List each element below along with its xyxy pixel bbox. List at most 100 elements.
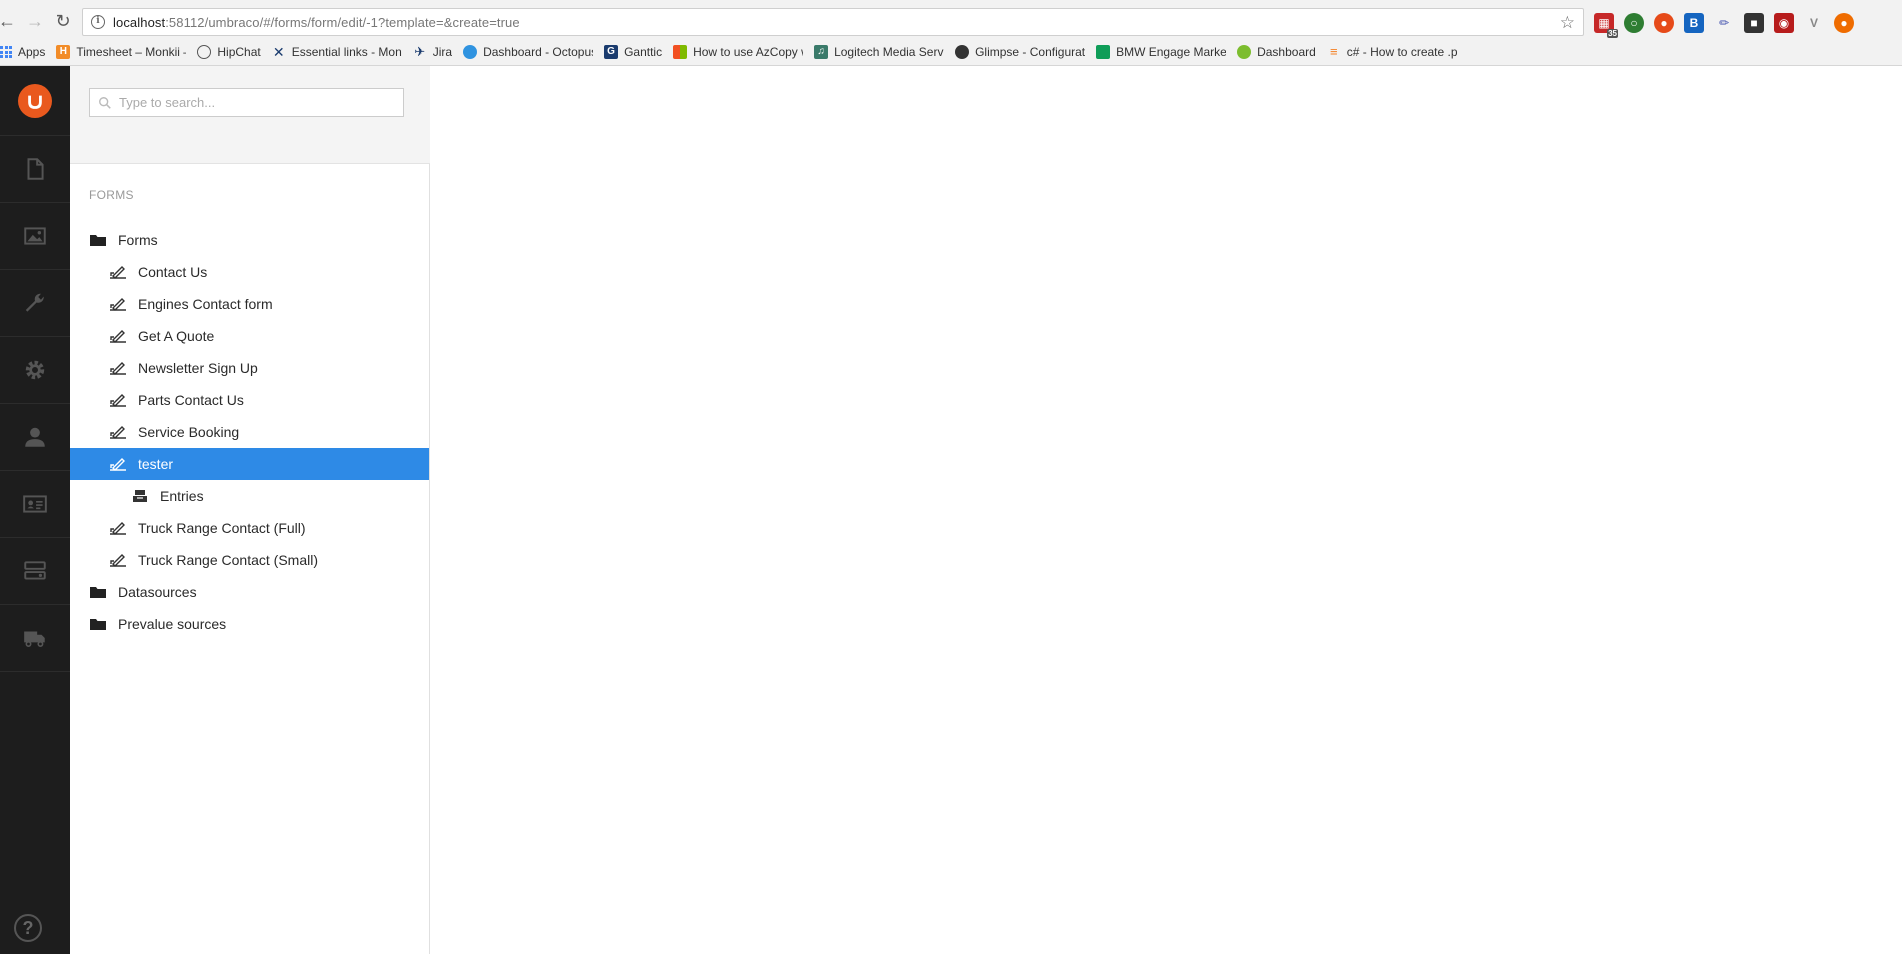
bookmark-hipchat[interactable]: HipChat [197,40,261,64]
form-edit-icon [108,423,128,441]
eyedropper-extension-icon[interactable]: ✏ [1714,13,1734,33]
orange-extension-icon[interactable]: ● [1654,13,1674,33]
green-extension-icon[interactable]: ○ [1624,13,1644,33]
wrench-icon [25,293,44,312]
bookmark-label: Dashboard [1257,45,1316,59]
tree-node-label: tester [138,456,174,472]
ublock-shield-icon[interactable]: ◉ [1774,13,1794,33]
section-users[interactable] [0,404,70,471]
bookmark-azcopy[interactable]: How to use AzCopy w [673,40,803,64]
tree-panel: FORMS Forms Contact Us Engines Contact f… [70,66,430,954]
microsoft-icon [673,45,688,59]
tree-node-label: Entries [160,488,204,504]
tree-node-form[interactable]: Contact Us [70,256,429,288]
dashboard-icon [1237,45,1252,59]
v-extension-icon[interactable]: V [1804,13,1824,33]
bookmark-ganttic[interactable]: G Ganttic [604,40,662,64]
section-content[interactable] [0,136,70,203]
bookmark-label: Ganttic [624,45,663,59]
section-settings[interactable] [0,270,70,337]
bookmark-label: Essential links - Monk [291,45,402,59]
url-text[interactable]: localhost:58112/umbraco/#/forms/form/edi… [113,15,520,30]
tree-node-form-selected[interactable]: tester [70,448,429,480]
truck-icon [24,631,45,647]
bookmark-dashboard[interactable]: Dashboard [1237,40,1316,64]
form-edit-icon [108,519,128,537]
ghostery-extension-icon[interactable]: ■ [1744,13,1764,33]
bookmark-timesheet[interactable]: H Timesheet – Monkii – [56,40,186,64]
section-members[interactable] [0,471,70,538]
tree-node-label: Prevalue sources [118,616,227,632]
harvest-icon: H [56,45,71,59]
bookmark-label: HipChat [217,45,261,59]
tree-node-label: Service Booking [138,424,240,440]
tree-node-label: Get A Quote [138,328,215,344]
gear-icon [25,360,45,380]
ganttic-icon: G [604,45,619,59]
bookmark-jira[interactable]: ✈ Jira [413,40,452,64]
tree-node-form[interactable]: Truck Range Contact (Full) [70,512,429,544]
firefox-extension-icon[interactable]: ● [1834,13,1854,33]
calendar-extension-icon[interactable]: ▦ 35 [1594,13,1618,38]
form-edit-icon [108,263,128,281]
tree-node-label: Truck Range Contact (Full) [138,520,306,536]
tree-search-area [70,66,430,164]
bookmark-label: Apps [18,45,46,59]
search-box[interactable] [89,88,404,117]
tree-node-datasources-folder[interactable]: Datasources [70,576,429,608]
bookmark-label: How to use AzCopy w [693,45,804,59]
main-editor-area [430,66,1902,954]
tree-node-forms-folder[interactable]: Forms [70,224,429,256]
tree-node-prevalue-folder[interactable]: Prevalue sources [70,608,429,640]
bookmark-octopus[interactable]: Dashboard - Octopus [463,40,593,64]
forms-icon [24,561,46,580]
section-developer[interactable] [0,337,70,404]
media-icon [24,227,46,245]
tree-node-label: Truck Range Contact (Small) [138,552,318,568]
bookmark-stackoverflow[interactable]: ≡ c# - How to create .pf [1327,40,1457,64]
member-card-icon [23,495,47,513]
tree-node-form[interactable]: Service Booking [70,416,429,448]
bookmark-star-icon[interactable]: ☆ [1560,13,1575,33]
section-delivery[interactable] [0,605,70,672]
tree-node-label: Engines Contact form [138,296,273,312]
form-edit-icon [108,391,128,409]
reload-icon[interactable]: ↻ [52,10,74,32]
tree-node-form[interactable]: Newsletter Sign Up [70,352,429,384]
bookmark-bmw[interactable]: BMW Engage Market [1096,40,1226,64]
search-input[interactable] [119,95,399,110]
bookmark-essential-links[interactable]: ✕ Essential links - Monk [272,40,402,64]
tree-node-form[interactable]: Get A Quote [70,320,429,352]
octopus-icon [463,45,478,59]
tree-node-entries[interactable]: Entries [70,480,429,512]
info-icon[interactable]: i [91,15,105,29]
bookmark-logitech[interactable]: ♫ Logitech Media Serve [814,40,944,64]
bookmark-apps[interactable]: Apps [0,40,45,64]
section-bar: ? [0,66,70,954]
tree-node-label: Parts Contact Us [138,392,244,408]
tree-node-form[interactable]: Engines Contact form [70,288,429,320]
forward-arrow-icon[interactable]: → [24,10,46,32]
section-media[interactable] [0,203,70,270]
umbraco-logo-icon[interactable] [18,83,52,118]
form-edit-icon [108,455,128,473]
form-edit-icon [108,327,128,345]
tree-node-form[interactable]: Truck Range Contact (Small) [70,544,429,576]
apps-grid-icon [0,46,12,58]
bookmark-label: BMW Engage Market [1116,45,1227,59]
tree-node-form[interactable]: Parts Contact Us [70,384,429,416]
browser-chrome: ← → ↻ i localhost:58112/umbraco/#/forms/… [0,0,1902,66]
help-icon[interactable]: ? [14,914,42,942]
b-extension-icon[interactable]: B [1684,13,1704,33]
umbraco-logo-tile[interactable] [0,66,70,136]
jira-icon: ✈ [414,44,426,59]
music-note-icon: ♫ [814,45,829,59]
back-arrow-icon[interactable]: ← [0,10,18,32]
bookmark-glimpse[interactable]: Glimpse - Configurati [955,40,1085,64]
form-edit-icon [108,359,128,377]
address-bar[interactable]: i localhost:58112/umbraco/#/forms/form/e… [82,8,1584,36]
url-path: :58112/umbraco/#/forms/form/edit/-1?temp… [165,14,520,30]
section-forms[interactable] [0,538,70,605]
url-host: localhost [113,14,166,30]
tree-node-label: Forms [118,232,158,248]
